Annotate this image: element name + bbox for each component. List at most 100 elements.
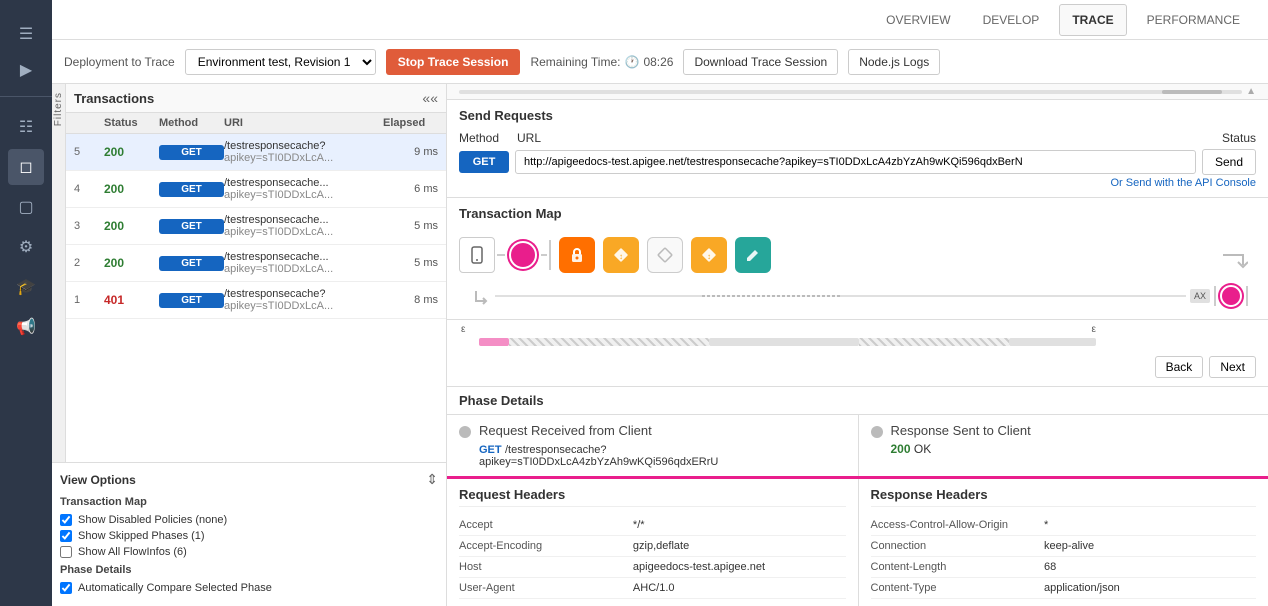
checkbox-show-flowinfos: Show All FlowInfos (6) xyxy=(60,546,438,558)
return-arrow-icon xyxy=(471,286,491,306)
request-headers-title: Request Headers xyxy=(459,487,846,507)
header-name: Host xyxy=(459,557,633,578)
header-row: User-Agent AHC/1.0 xyxy=(459,578,846,599)
col-method: Method xyxy=(159,117,224,129)
sidebar-gear-icon[interactable]: ⚙ xyxy=(8,229,44,265)
circle-indicator xyxy=(509,241,537,269)
sidebar-menu-icon[interactable]: ☰ xyxy=(8,16,44,52)
col-num xyxy=(74,117,104,129)
sidebar-expand-icon[interactable]: ▶ xyxy=(8,52,44,88)
timeline-bar-end xyxy=(1009,338,1096,346)
flow-line xyxy=(541,254,547,256)
send-method-button[interactable]: GET xyxy=(459,151,509,173)
row-num: 4 xyxy=(74,183,104,195)
deployment-select[interactable]: Environment test, Revision 1 xyxy=(185,49,376,75)
phase-details-section: Phase Details Request Received from Clie… xyxy=(447,387,1268,606)
row-method-btn[interactable]: GET xyxy=(159,293,224,308)
row-uri: /testresponsecache? apikey=sTI0DDxLcA... xyxy=(224,140,383,164)
show-disabled-checkbox[interactable] xyxy=(60,514,72,526)
flow-passthrough-icon[interactable] xyxy=(647,237,683,273)
col-elapsed: Elapsed xyxy=(383,117,438,129)
phase-status-ok-right: OK xyxy=(914,442,931,456)
row-uri: /testresponsecache... apikey=sTI0DDxLcA.… xyxy=(224,251,383,275)
timeline-bar-pink-left xyxy=(479,338,509,346)
nodejs-logs-button[interactable]: Node.js Logs xyxy=(848,49,940,75)
row-elapsed: 6 ms xyxy=(383,183,438,195)
sidebar-monitor-icon[interactable]: ▢ xyxy=(8,189,44,225)
header-name: Content-Length xyxy=(871,557,1044,578)
flow-routing-icon[interactable]: ↕ xyxy=(603,237,639,273)
transactions-collapse-btn[interactable]: «« xyxy=(422,90,438,106)
table-row[interactable]: 5 200 GET /testresponsecache? apikey=sTI… xyxy=(66,134,446,171)
phase-col-right: Response Sent to Client 200 OK xyxy=(858,415,1268,476)
sidebar-learn-icon[interactable]: 🎓 xyxy=(8,269,44,305)
header-name: Content-Type xyxy=(871,578,1044,599)
flow-security-icon[interactable] xyxy=(559,237,595,273)
view-options-collapse-icon[interactable]: ⇕ xyxy=(426,471,438,488)
row-method-btn[interactable]: GET xyxy=(159,256,224,271)
show-skipped-label: Show Skipped Phases (1) xyxy=(78,530,205,542)
ax-badge: AX xyxy=(1190,289,1210,303)
timeline-section: ε ε Back Nex xyxy=(447,320,1268,387)
url-input[interactable] xyxy=(515,150,1196,174)
request-headers-col: Request Headers Accept */* Accept-Encodi… xyxy=(447,479,858,606)
row-method-btn[interactable]: GET xyxy=(159,219,224,234)
header-row: Connection keep-alive xyxy=(871,536,1257,557)
header-name: User-Agent xyxy=(459,578,633,599)
nav-trace[interactable]: TRACE xyxy=(1059,4,1126,36)
nav-overview[interactable]: OVERVIEW xyxy=(874,5,962,35)
header-value: 68 xyxy=(1044,557,1256,578)
flow-routing2-icon[interactable]: ↕ xyxy=(691,237,727,273)
timeline-epsilon-right: ε xyxy=(1092,324,1096,335)
back-button[interactable]: Back xyxy=(1155,356,1204,378)
remaining-time: Remaining Time: 🕐 08:26 xyxy=(530,55,673,69)
flow-sep-vert2 xyxy=(1246,286,1248,306)
svg-text:↕: ↕ xyxy=(707,252,711,261)
show-flowinfos-checkbox[interactable] xyxy=(60,546,72,558)
table-row[interactable]: 2 200 GET /testresponsecache... apikey=s… xyxy=(66,245,446,282)
header-value: AHC/1.0 xyxy=(633,578,846,599)
transactions-header: Transactions «« xyxy=(66,84,446,113)
api-console-link[interactable]: Or Send with the API Console xyxy=(459,177,1256,189)
table-row[interactable]: 1 401 GET /testresponsecache? apikey=sTI… xyxy=(66,282,446,319)
header-row: Content-Length 68 xyxy=(871,557,1257,578)
row-elapsed: 5 ms xyxy=(383,220,438,232)
auto-compare-checkbox[interactable] xyxy=(60,582,72,594)
nav-develop[interactable]: DEVELOP xyxy=(971,5,1052,35)
row-elapsed: 8 ms xyxy=(383,294,438,306)
clock-icon: 🕐 xyxy=(624,55,639,69)
transaction-map-section: Transaction Map xyxy=(447,198,1268,320)
phase-dot-left xyxy=(459,426,471,438)
row-num: 5 xyxy=(74,146,104,158)
send-button[interactable]: Send xyxy=(1202,149,1256,175)
row-status: 401 xyxy=(104,293,159,307)
table-row[interactable]: 3 200 GET /testresponsecache... apikey=s… xyxy=(66,208,446,245)
sidebar-api-icon[interactable]: ◻ xyxy=(8,149,44,185)
checkbox-show-disabled: Show Disabled Policies (none) xyxy=(60,514,438,526)
next-button[interactable]: Next xyxy=(1209,356,1256,378)
header-name: Accept-Encoding xyxy=(459,536,633,557)
row-method-btn[interactable]: GET xyxy=(159,145,224,160)
row-method-btn[interactable]: GET xyxy=(159,182,224,197)
row-status: 200 xyxy=(104,182,159,196)
flow-edit-icon[interactable] xyxy=(735,237,771,273)
filters-label: Filters xyxy=(52,84,66,462)
flow-line xyxy=(497,254,505,256)
sidebar-publish-icon[interactable]: 📢 xyxy=(8,309,44,345)
sidebar-grid-icon[interactable]: ☷ xyxy=(8,109,44,145)
table-row[interactable]: 4 200 GET /testresponsecache... apikey=s… xyxy=(66,171,446,208)
right-panel: ▲ Send Requests Method URL Status GET Se… xyxy=(447,84,1268,606)
row-status: 200 xyxy=(104,145,159,159)
stop-trace-button[interactable]: Stop Trace Session xyxy=(386,49,521,75)
send-row-labels: Method URL Status xyxy=(459,131,1256,145)
show-skipped-checkbox[interactable] xyxy=(60,530,72,542)
header-value: */* xyxy=(633,515,846,536)
nav-performance[interactable]: PERFORMANCE xyxy=(1135,5,1252,35)
left-panel: Filters Transactions «« Status Method UR… xyxy=(52,84,447,606)
row-uri: /testresponsecache? apikey=sTI0DDxLcA... xyxy=(224,288,383,312)
transaction-map-title: Transaction Map xyxy=(459,206,1256,221)
timeline-bar-grey xyxy=(709,338,859,346)
download-trace-button[interactable]: Download Trace Session xyxy=(683,49,838,75)
header-name: Connection xyxy=(871,536,1044,557)
header-name: Accept xyxy=(459,515,633,536)
